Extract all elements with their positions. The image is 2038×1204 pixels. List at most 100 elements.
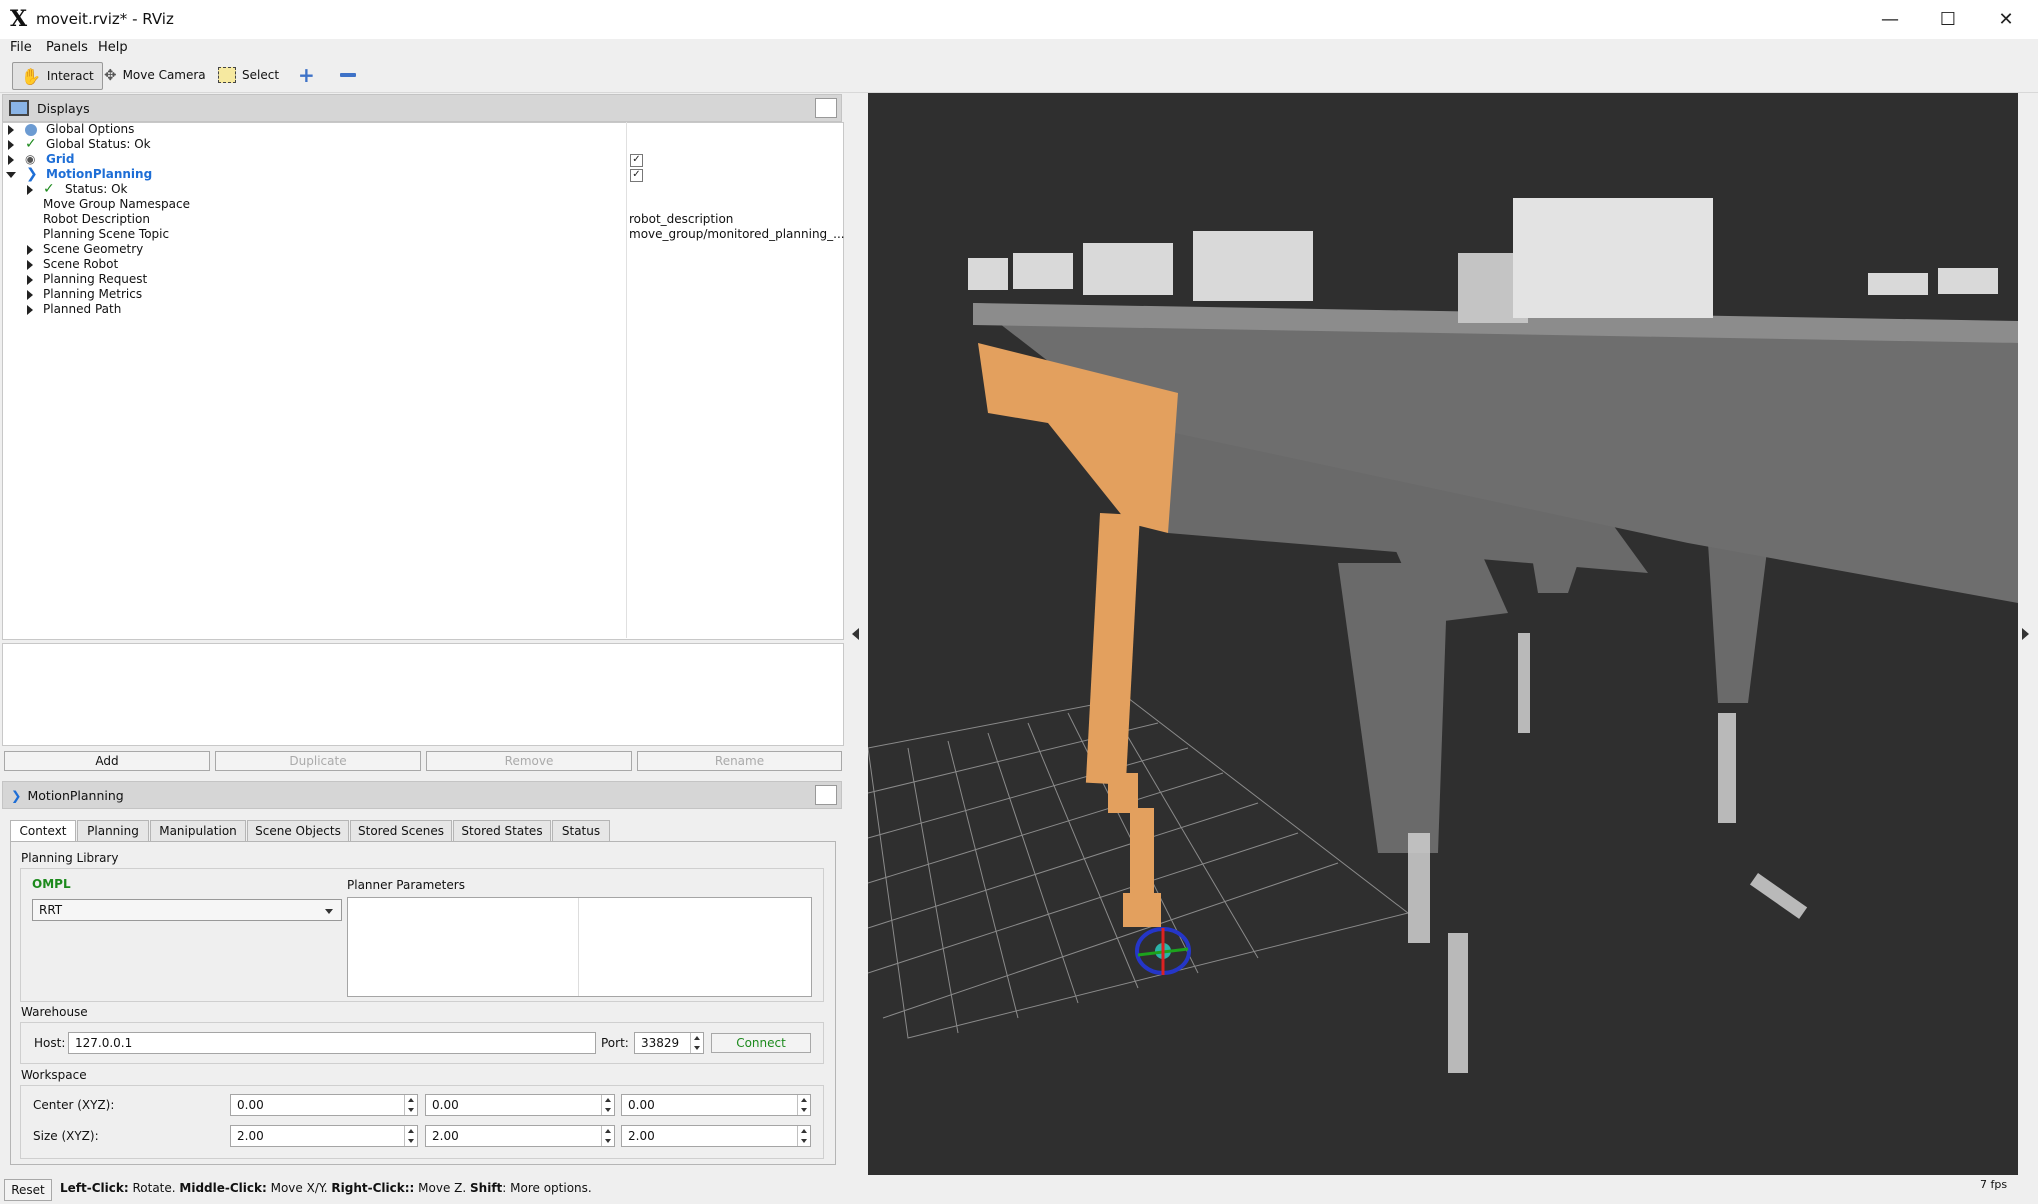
warehouse-label: Warehouse	[21, 1005, 88, 1019]
panel-float-button[interactable]	[815, 98, 837, 118]
collapse-right-panel-icon[interactable]	[2022, 628, 2029, 640]
interactive-marker	[1135, 927, 1191, 975]
tab-stored-scenes[interactable]: Stored Scenes	[350, 820, 452, 842]
move-camera-icon: ✥	[104, 66, 117, 84]
interact-tool-button[interactable]: ✋ Interact	[12, 62, 103, 90]
tree-item-move-group-namespace[interactable]: Move Group Namespace	[43, 197, 190, 212]
hand-icon: ✋	[21, 66, 41, 86]
tree-column-divider	[626, 122, 627, 638]
robot-description-value[interactable]: robot_description	[629, 212, 733, 227]
spinner[interactable]	[404, 1095, 417, 1115]
motion-planning-icon: ❯	[26, 166, 38, 182]
displays-panel-header: Displays	[2, 94, 842, 122]
grid-enabled-checkbox[interactable]: ✓	[630, 154, 643, 167]
tree-item-planning-scene-topic[interactable]: Planning Scene Topic	[43, 227, 169, 242]
planner-select[interactable]: RRT	[32, 899, 342, 921]
remove-display-button[interactable]: Remove	[426, 751, 632, 771]
title-bar	[0, 0, 2038, 40]
planning-scene-topic-value[interactable]: move_group/monitored_planning_...	[629, 227, 845, 242]
spinner[interactable]	[797, 1095, 810, 1115]
globe-icon	[25, 124, 37, 136]
tree-item-robot-description[interactable]: Robot Description	[43, 212, 150, 227]
maximize-icon[interactable]: ☐	[1920, 4, 1976, 34]
add-tool-icon[interactable]: +	[290, 62, 323, 88]
motion-planning-panel-header: ❯ MotionPlanning	[2, 781, 842, 809]
menu-bar	[0, 39, 2038, 59]
tab-planning[interactable]: Planning	[77, 820, 149, 842]
select-box-icon	[218, 67, 236, 83]
window-title: moveit.rviz* - RViz	[36, 10, 174, 28]
top-blocks	[968, 198, 1998, 323]
select-tool-button[interactable]: Select	[210, 62, 287, 88]
port-spinner[interactable]	[690, 1033, 703, 1053]
expand-arrow-icon[interactable]	[27, 290, 33, 300]
3d-viewport[interactable]	[867, 93, 2018, 1175]
tab-manipulation[interactable]: Manipulation	[150, 820, 246, 842]
tree-item-planned-path[interactable]: Planned Path	[43, 302, 121, 317]
tab-context[interactable]: Context	[10, 820, 76, 842]
tab-status[interactable]: Status	[552, 820, 610, 842]
port-label: Port:	[601, 1036, 629, 1050]
rviz-logo-icon: X	[10, 6, 28, 32]
expand-arrow-icon[interactable]	[27, 185, 33, 195]
expand-arrow-icon[interactable]	[27, 305, 33, 315]
tree-item-scene-robot[interactable]: Scene Robot	[43, 257, 118, 272]
connect-button[interactable]: Connect	[711, 1033, 811, 1053]
tree-item-planning-metrics[interactable]: Planning Metrics	[43, 287, 142, 302]
remove-tool-icon[interactable]	[332, 62, 364, 88]
tree-item-global-status[interactable]: Global Status: Ok	[46, 137, 151, 152]
planner-parameters-label: Planner Parameters	[347, 878, 465, 892]
tree-item-planning-request[interactable]: Planning Request	[43, 272, 147, 287]
tree-item-scene-geometry[interactable]: Scene Geometry	[43, 242, 143, 257]
add-display-button[interactable]: Add	[4, 751, 210, 771]
center-x-input[interactable]: 0.00	[230, 1094, 418, 1116]
tab-scene-objects[interactable]: Scene Objects	[247, 820, 349, 842]
size-y-input[interactable]: 2.00	[425, 1125, 615, 1147]
expand-arrow-icon[interactable]	[8, 125, 14, 135]
spinner[interactable]	[601, 1126, 614, 1146]
panel-float-button[interactable]	[815, 785, 837, 805]
center-xyz-label: Center (XYZ):	[33, 1098, 115, 1112]
check-icon: ✓	[43, 181, 55, 197]
minimize-icon[interactable]: —	[1862, 4, 1918, 34]
tree-item-motion-planning[interactable]: MotionPlanning	[46, 167, 152, 182]
planner-parameters-table[interactable]	[347, 897, 812, 997]
host-input[interactable]: 127.0.0.1	[68, 1032, 596, 1054]
menu-help[interactable]: Help	[98, 40, 128, 55]
rename-display-button[interactable]: Rename	[637, 751, 842, 771]
duplicate-display-button[interactable]: Duplicate	[215, 751, 421, 771]
collapse-arrow-icon[interactable]	[6, 172, 16, 178]
center-z-input[interactable]: 0.00	[621, 1094, 811, 1116]
spinner[interactable]	[601, 1095, 614, 1115]
size-xyz-label: Size (XYZ):	[33, 1129, 99, 1143]
expand-arrow-icon[interactable]	[27, 275, 33, 285]
planning-library-label: Planning Library	[21, 851, 119, 865]
size-x-input[interactable]: 2.00	[230, 1125, 418, 1147]
spinner[interactable]	[404, 1126, 417, 1146]
tree-item-grid[interactable]: Grid	[46, 152, 74, 167]
chevron-down-icon	[325, 909, 333, 914]
spinner[interactable]	[797, 1126, 810, 1146]
motion-planning-enabled-checkbox[interactable]: ✓	[630, 169, 643, 182]
size-z-input[interactable]: 2.00	[621, 1125, 811, 1147]
menu-file[interactable]: File	[10, 40, 32, 55]
expand-arrow-icon[interactable]	[27, 260, 33, 270]
expand-arrow-icon[interactable]	[27, 245, 33, 255]
status-hints: Left-Click: Rotate. Middle-Click: Move X…	[60, 1181, 592, 1195]
tree-item-status[interactable]: Status: Ok	[65, 182, 128, 197]
port-input[interactable]: 33829	[634, 1032, 704, 1054]
expand-arrow-icon[interactable]	[8, 140, 14, 150]
tab-stored-states[interactable]: Stored States	[453, 820, 551, 842]
center-y-input[interactable]: 0.00	[425, 1094, 615, 1116]
collapse-left-panel-icon[interactable]	[852, 628, 859, 640]
reset-view-button[interactable]: Reset	[4, 1179, 52, 1201]
grid-icon: ◉	[25, 152, 36, 166]
expand-arrow-icon[interactable]	[8, 155, 14, 165]
planning-library-name: OMPL	[32, 877, 71, 891]
move-camera-tool-button[interactable]: ✥ Move Camera	[96, 62, 214, 88]
host-label: Host:	[34, 1036, 66, 1050]
close-icon[interactable]: ✕	[1978, 4, 2034, 34]
menu-panels[interactable]: Panels	[46, 40, 88, 55]
check-icon: ✓	[25, 136, 37, 152]
tree-item-global-options[interactable]: Global Options	[46, 122, 134, 137]
